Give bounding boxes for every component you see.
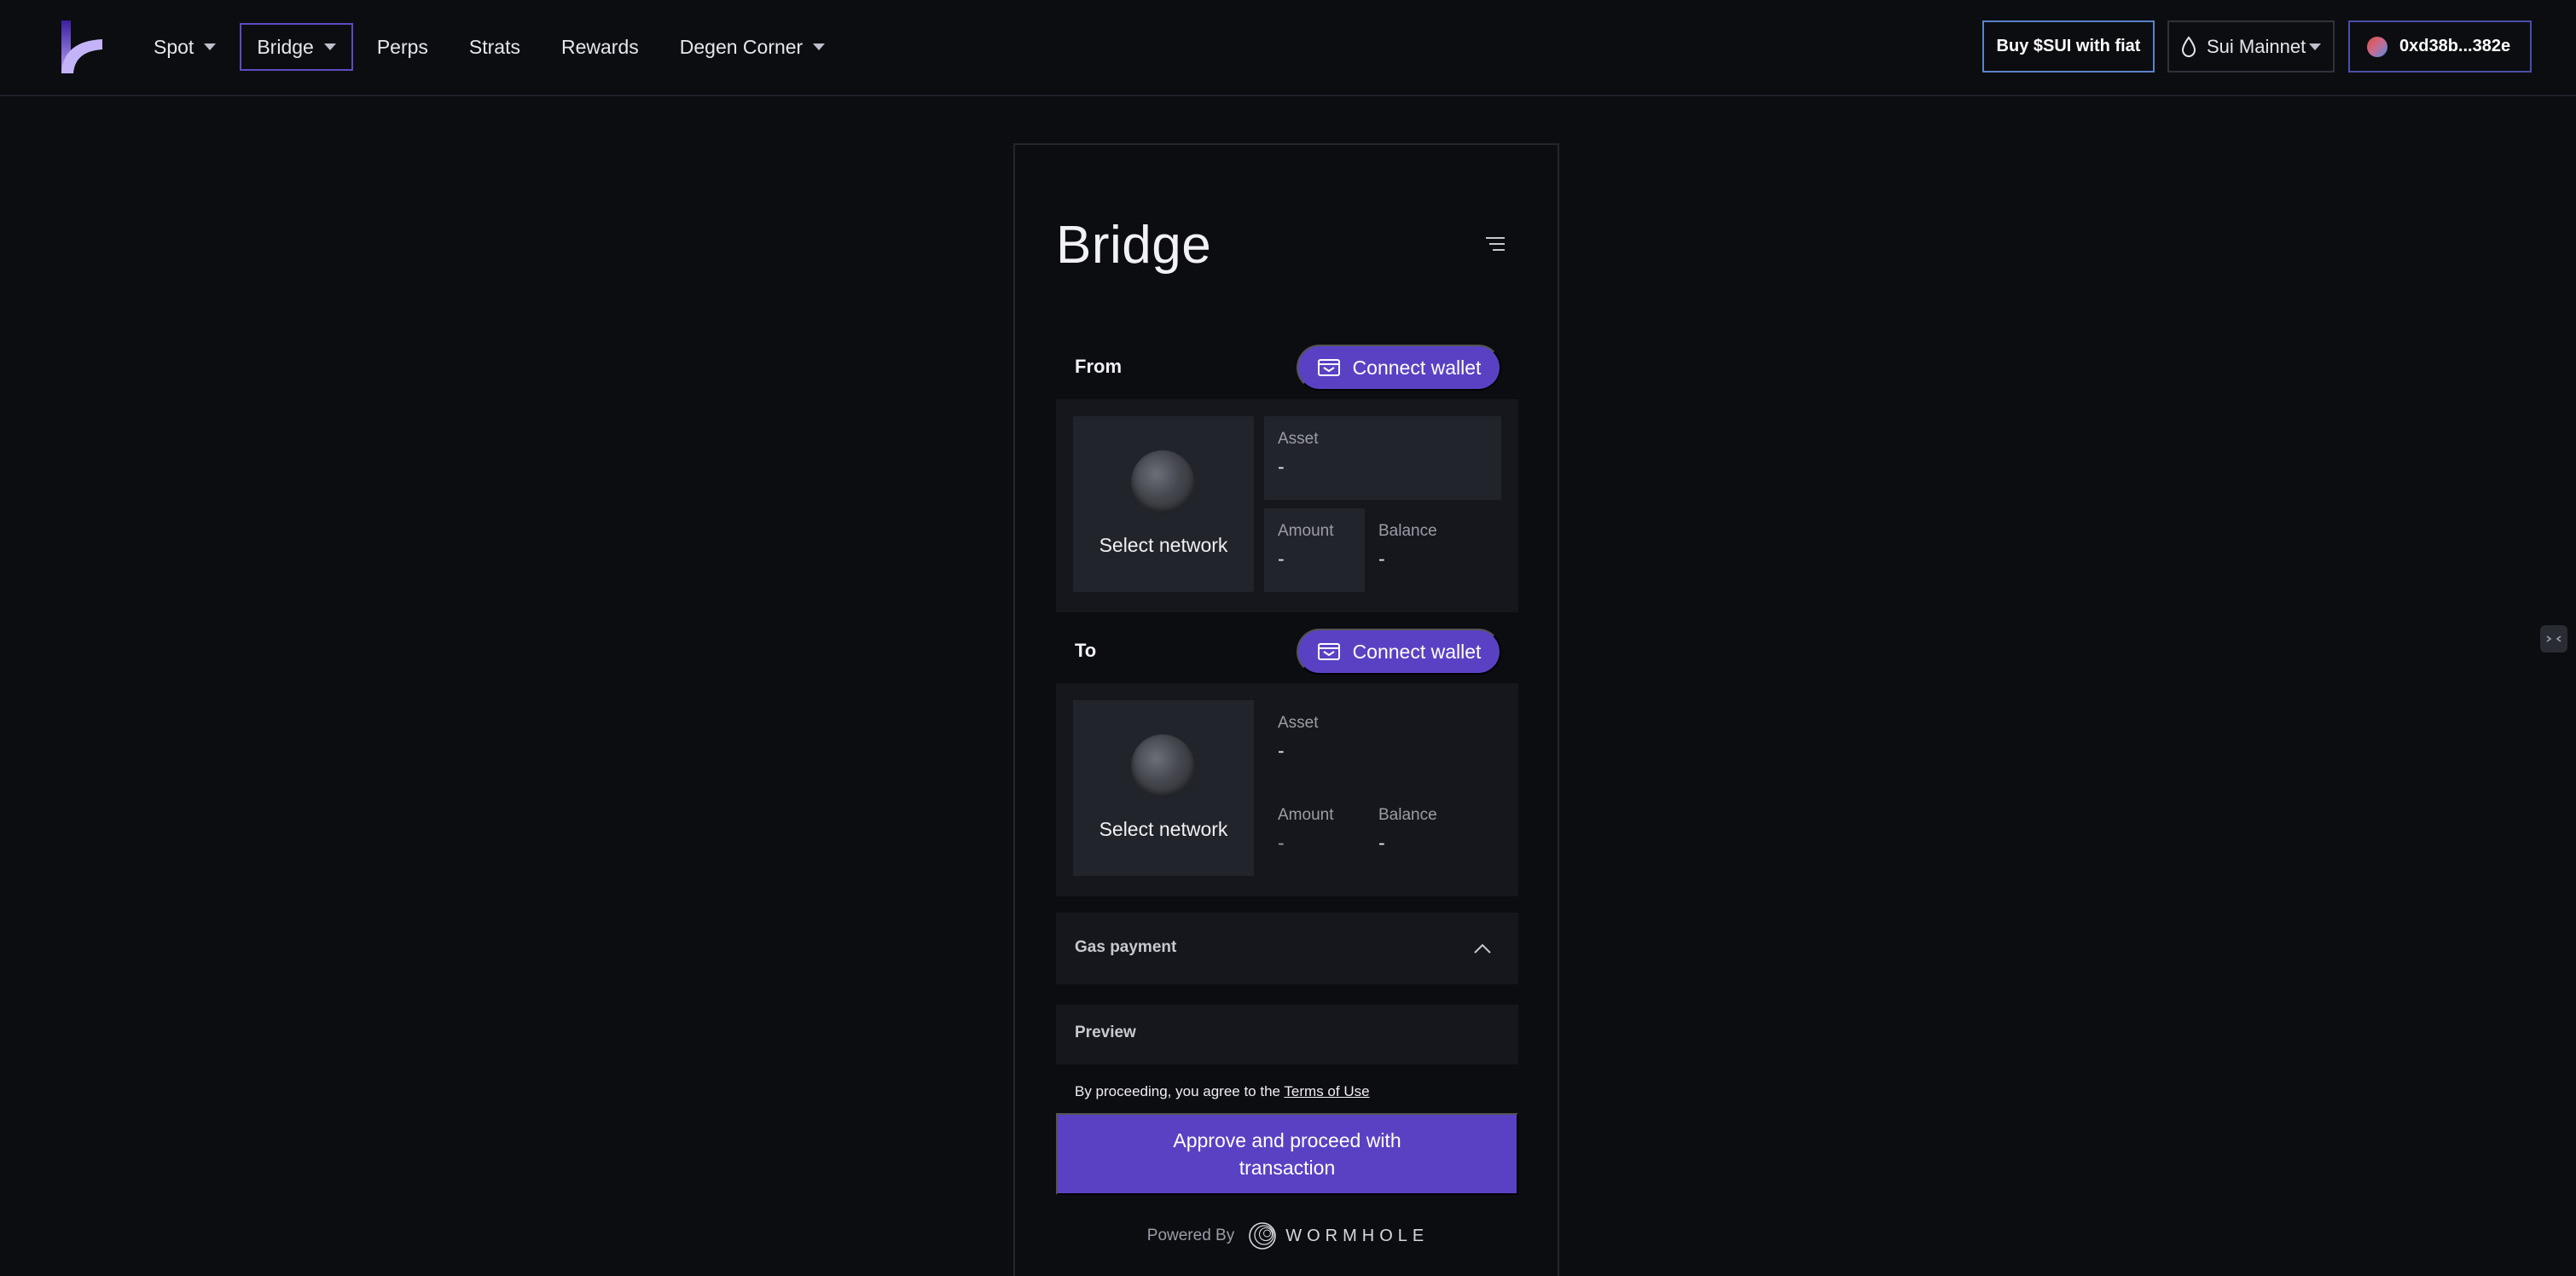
to-amount-field: Amount - <box>1264 792 1365 876</box>
provider-name: WORMHOLE <box>1285 1226 1430 1245</box>
nav-strats[interactable]: Strats <box>452 23 537 71</box>
to-network-label: Select network <box>1099 818 1228 840</box>
to-balance-label: Balance <box>1378 806 1437 824</box>
network-selector[interactable]: Sui Mainnet <box>2167 20 2335 72</box>
wormhole-logo-icon <box>1249 1222 1277 1250</box>
bridge-panel: Bridge From Connect wallet Select networ… <box>1013 143 1559 1276</box>
network-label: Sui Mainnet <box>2207 35 2306 57</box>
nav-bridge-label: Bridge <box>257 35 314 58</box>
chevron-down-icon <box>2309 43 2321 50</box>
gas-payment-label: Gas payment <box>1075 938 1177 956</box>
face-icon <box>2546 635 2561 642</box>
to-label: To <box>1075 640 1097 661</box>
side-widget-button[interactable] <box>2540 625 2567 652</box>
chevron-down-icon <box>813 44 826 50</box>
nav-perps[interactable]: Perps <box>360 23 445 71</box>
to-connect-label: Connect wallet <box>1352 640 1482 663</box>
nav-spot[interactable]: Spot <box>136 23 233 71</box>
wallet-icon <box>1317 643 1340 660</box>
from-asset-value: - <box>1278 455 1285 478</box>
gas-payment-toggle[interactable]: Gas payment <box>1056 913 1518 984</box>
terms-notice: By proceeding, you agree to the Terms of… <box>1075 1083 1370 1100</box>
powered-by: Powered By WORMHOLE <box>1015 1221 1561 1250</box>
from-network-label: Select network <box>1099 534 1228 556</box>
main-nav: Spot Bridge Perps Strats Rewards Degen C… <box>136 0 849 94</box>
wallet-address: 0xd38b...382e <box>2399 37 2511 55</box>
to-balance-value: - <box>1378 832 1385 854</box>
chevron-down-icon <box>204 44 217 50</box>
nav-rewards[interactable]: Rewards <box>544 23 656 71</box>
from-amount-field[interactable]: Amount - <box>1264 508 1365 592</box>
from-balance-value: - <box>1378 548 1385 570</box>
to-amount-value: - <box>1278 832 1285 854</box>
page-title: Bridge <box>1056 216 1212 275</box>
preview-label: Preview <box>1075 1024 1136 1041</box>
chevron-up-icon <box>1474 943 1491 954</box>
nav-perps-label: Perps <box>376 35 428 58</box>
terms-prefix: By proceeding, you agree to the <box>1075 1083 1280 1099</box>
nav-spot-label: Spot <box>154 35 194 58</box>
from-asset-selector[interactable]: Asset - <box>1264 416 1501 500</box>
from-card: Select network Asset - Amount - Balance … <box>1056 399 1518 612</box>
network-placeholder-icon <box>1131 450 1194 513</box>
from-network-selector[interactable]: Select network <box>1073 416 1254 592</box>
to-connect-wallet-button[interactable]: Connect wallet <box>1297 629 1501 675</box>
to-network-selector[interactable]: Select network <box>1073 700 1254 876</box>
to-amount-label: Amount <box>1278 806 1334 824</box>
wallet-icon <box>1317 359 1340 376</box>
from-asset-label: Asset <box>1278 430 1319 448</box>
to-asset-field: Asset - <box>1264 700 1501 784</box>
top-navbar: Spot Bridge Perps Strats Rewards Degen C… <box>0 0 2576 96</box>
terms-of-use-link[interactable]: Terms of Use <box>1284 1083 1369 1099</box>
to-asset-label: Asset <box>1278 714 1319 732</box>
wallet-account-button[interactable]: 0xd38b...382e <box>2348 20 2532 72</box>
from-amount-value: - <box>1278 548 1285 570</box>
approve-transaction-button[interactable]: Approve and proceed with transaction <box>1056 1113 1518 1195</box>
nav-degen-corner-label: Degen Corner <box>679 35 804 58</box>
app-logo-icon[interactable] <box>61 20 102 73</box>
powered-by-label: Powered By <box>1146 1227 1235 1244</box>
to-asset-value: - <box>1278 740 1285 762</box>
from-connect-label: Connect wallet <box>1352 356 1482 379</box>
buy-sui-fiat-button[interactable]: Buy $SUI with fiat <box>1982 20 2155 72</box>
from-label: From <box>1075 356 1122 377</box>
chevron-down-icon <box>323 44 336 50</box>
nav-rewards-label: Rewards <box>560 35 639 58</box>
menu-lines-icon[interactable] <box>1484 235 1506 253</box>
avatar <box>2367 36 2387 57</box>
nav-strats-label: Strats <box>468 35 520 58</box>
to-card: Select network Asset - Amount - Balance … <box>1056 683 1518 896</box>
preview-section: Preview <box>1056 1005 1518 1064</box>
from-amount-label: Amount <box>1278 522 1334 540</box>
sui-drop-icon <box>2181 35 2196 57</box>
network-placeholder-icon <box>1131 734 1194 798</box>
from-balance: Balance - <box>1365 508 1501 592</box>
from-balance-label: Balance <box>1378 522 1437 540</box>
nav-degen-corner[interactable]: Degen Corner <box>663 23 842 71</box>
to-balance: Balance - <box>1365 792 1501 876</box>
from-connect-wallet-button[interactable]: Connect wallet <box>1297 345 1501 391</box>
nav-bridge[interactable]: Bridge <box>240 23 353 71</box>
